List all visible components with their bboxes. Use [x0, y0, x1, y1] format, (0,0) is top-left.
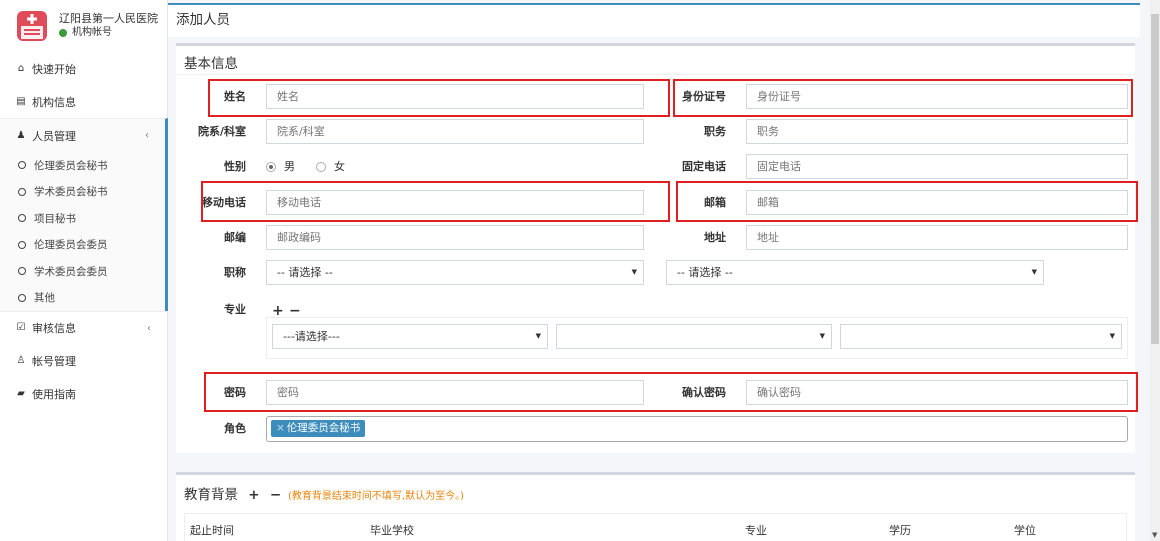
radio-selected-icon — [266, 162, 276, 172]
basic-info-card: 基本信息 姓名 身份证号 院系/科室 职务 性别 男 女 固定电话 移动电话 邮… — [176, 43, 1138, 453]
sidebar-item-quick-start[interactable]: ⌂ 快速开始 — [0, 52, 167, 85]
sidebar-item-account[interactable]: ♙ 帐号管理 — [0, 344, 167, 377]
sidebar-group-people: ♟ 人员管理 ‹ 伦理委员会秘书 学术委员会秘书 项目秘书 伦理委员会委员 学术委员… — [0, 118, 168, 311]
phone-input[interactable] — [746, 154, 1128, 179]
brand: 辽阳县第一人民医院 机构帐号 — [0, 0, 167, 52]
page-title: 添加人员 — [168, 3, 1140, 37]
highlight-box-password — [204, 372, 1138, 412]
checkbox-edit-icon: ☑ — [16, 322, 26, 333]
sidebar-subitem-academic-member[interactable]: 学术委员会委员 — [0, 258, 165, 285]
gender-male-radio[interactable]: 男 — [266, 154, 295, 180]
edu-remove-button[interactable]: − — [270, 487, 281, 503]
chevron-left-icon: ‹ — [145, 130, 149, 141]
sidebar-subitem-project-secretary[interactable]: 项目秘书 — [0, 205, 165, 232]
caret-down-icon: ▼ — [1031, 268, 1037, 276]
dept-input[interactable] — [266, 119, 644, 144]
spec-select-3[interactable]: ▼ — [840, 324, 1122, 349]
circle-icon — [18, 161, 26, 170]
scrollbar-thumb[interactable] — [1151, 14, 1159, 344]
job-label: 职务 — [704, 125, 726, 138]
highlight-box-name — [208, 79, 670, 117]
addr-label: 地址 — [704, 231, 726, 244]
sidebar-item-org-info[interactable]: ▤ 机构信息 — [0, 85, 167, 118]
main-content: 添加人员 基本信息 姓名 身份证号 院系/科室 职务 性别 男 女 固定电话 移… — [168, 0, 1150, 541]
spec-label: 专业 — [224, 303, 246, 316]
hospital-logo-icon — [17, 11, 47, 41]
caret-down-icon: ▼ — [1109, 332, 1115, 340]
col-degree-level: 学历 — [889, 524, 911, 537]
highlight-box-mobile — [201, 181, 670, 222]
circle-icon — [18, 293, 26, 302]
spec-remove-button[interactable]: − — [289, 304, 301, 318]
dept-label: 院系/科室 — [197, 125, 246, 138]
basic-info-title: 基本信息 — [184, 56, 238, 72]
caret-down-icon: ▼ — [631, 268, 637, 276]
gender-label: 性别 — [224, 160, 246, 173]
sidebar-nav: ⌂ 快速开始 ▤ 机构信息 ♟ 人员管理 ‹ 伦理委员会秘书 学术委员会秘书 项目秘书 … — [0, 52, 168, 410]
title-select-1[interactable]: -- 请选择 -- ▼ — [266, 260, 644, 285]
building-icon: ▤ — [16, 95, 26, 107]
col-school: 毕业学校 — [370, 524, 414, 537]
role-tag: × 伦理委员会秘书 — [271, 420, 366, 437]
remove-tag-icon[interactable]: × — [276, 422, 285, 434]
job-input[interactable] — [746, 119, 1128, 144]
scroll-down-icon[interactable]: ▼ — [1152, 531, 1157, 539]
users-icon: ♟ — [16, 129, 26, 141]
page-scrollbar[interactable]: ▼ — [1150, 0, 1160, 541]
sidebar-item-people[interactable]: ♟ 人员管理 ‹ — [0, 119, 165, 152]
user-icon: ♙ — [16, 354, 26, 366]
chevron-left-icon: ‹ — [147, 322, 151, 334]
spec-add-button[interactable]: + — [272, 304, 284, 318]
col-degree: 学位 — [1014, 524, 1036, 537]
home-icon: ⌂ — [17, 62, 25, 74]
caret-down-icon: ▼ — [819, 332, 825, 340]
sidebar-item-review[interactable]: ☑ 审核信息 ‹ — [0, 311, 167, 344]
circle-icon — [18, 214, 26, 223]
sidebar: 辽阳县第一人民医院 机构帐号 ⌂ 快速开始 ▤ 机构信息 ♟ 人员管理 ‹ 伦理委员会秘… — [0, 0, 168, 541]
title-select-2[interactable]: -- 请选择 -- ▼ — [666, 260, 1044, 285]
addr-input[interactable] — [746, 225, 1128, 250]
caret-down-icon: ▼ — [535, 332, 541, 340]
education-card: 教育背景 + − (教育背景结束时间不填写,默认为至今。) 起止时间 毕业学校 … — [176, 472, 1135, 541]
sidebar-item-guide[interactable]: ▰ 使用指南 — [0, 377, 167, 410]
title-label: 职称 — [224, 266, 246, 279]
col-major: 专业 — [745, 524, 767, 537]
role-label: 角色 — [224, 422, 246, 435]
highlight-box-idcard — [673, 79, 1133, 117]
zip-label: 邮编 — [224, 231, 246, 244]
phone-label: 固定电话 — [682, 160, 726, 173]
circle-icon — [18, 240, 26, 249]
zip-input[interactable] — [266, 225, 644, 250]
role-multiselect[interactable]: × 伦理委员会秘书 — [266, 416, 1128, 442]
sidebar-subitem-ethics-secretary[interactable]: 伦理委员会秘书 — [0, 152, 165, 179]
sidebar-subitem-academic-secretary[interactable]: 学术委员会秘书 — [0, 179, 165, 206]
education-title: 教育背景 + − — [184, 487, 282, 503]
online-status-icon — [59, 29, 67, 37]
highlight-box-email — [676, 181, 1138, 222]
book-icon: ▰ — [17, 387, 25, 399]
sidebar-subitem-ethics-member[interactable]: 伦理委员会委员 — [0, 232, 165, 259]
sidebar-subitem-other[interactable]: 其他 — [0, 285, 165, 312]
spec-select-2[interactable]: ▼ — [556, 324, 832, 349]
edu-add-button[interactable]: + — [248, 487, 259, 503]
account-status: 机构帐号 — [59, 26, 158, 40]
spec-select-1[interactable]: ---请选择--- ▼ — [272, 324, 548, 349]
radio-icon — [316, 162, 326, 172]
circle-icon — [18, 267, 26, 276]
education-note: (教育背景结束时间不填写,默认为至今。) — [288, 491, 464, 502]
circle-icon — [18, 187, 26, 196]
col-period: 起止时间 — [190, 524, 234, 537]
gender-female-radio[interactable]: 女 — [316, 154, 345, 180]
org-name: 辽阳县第一人民医院 — [59, 12, 158, 25]
